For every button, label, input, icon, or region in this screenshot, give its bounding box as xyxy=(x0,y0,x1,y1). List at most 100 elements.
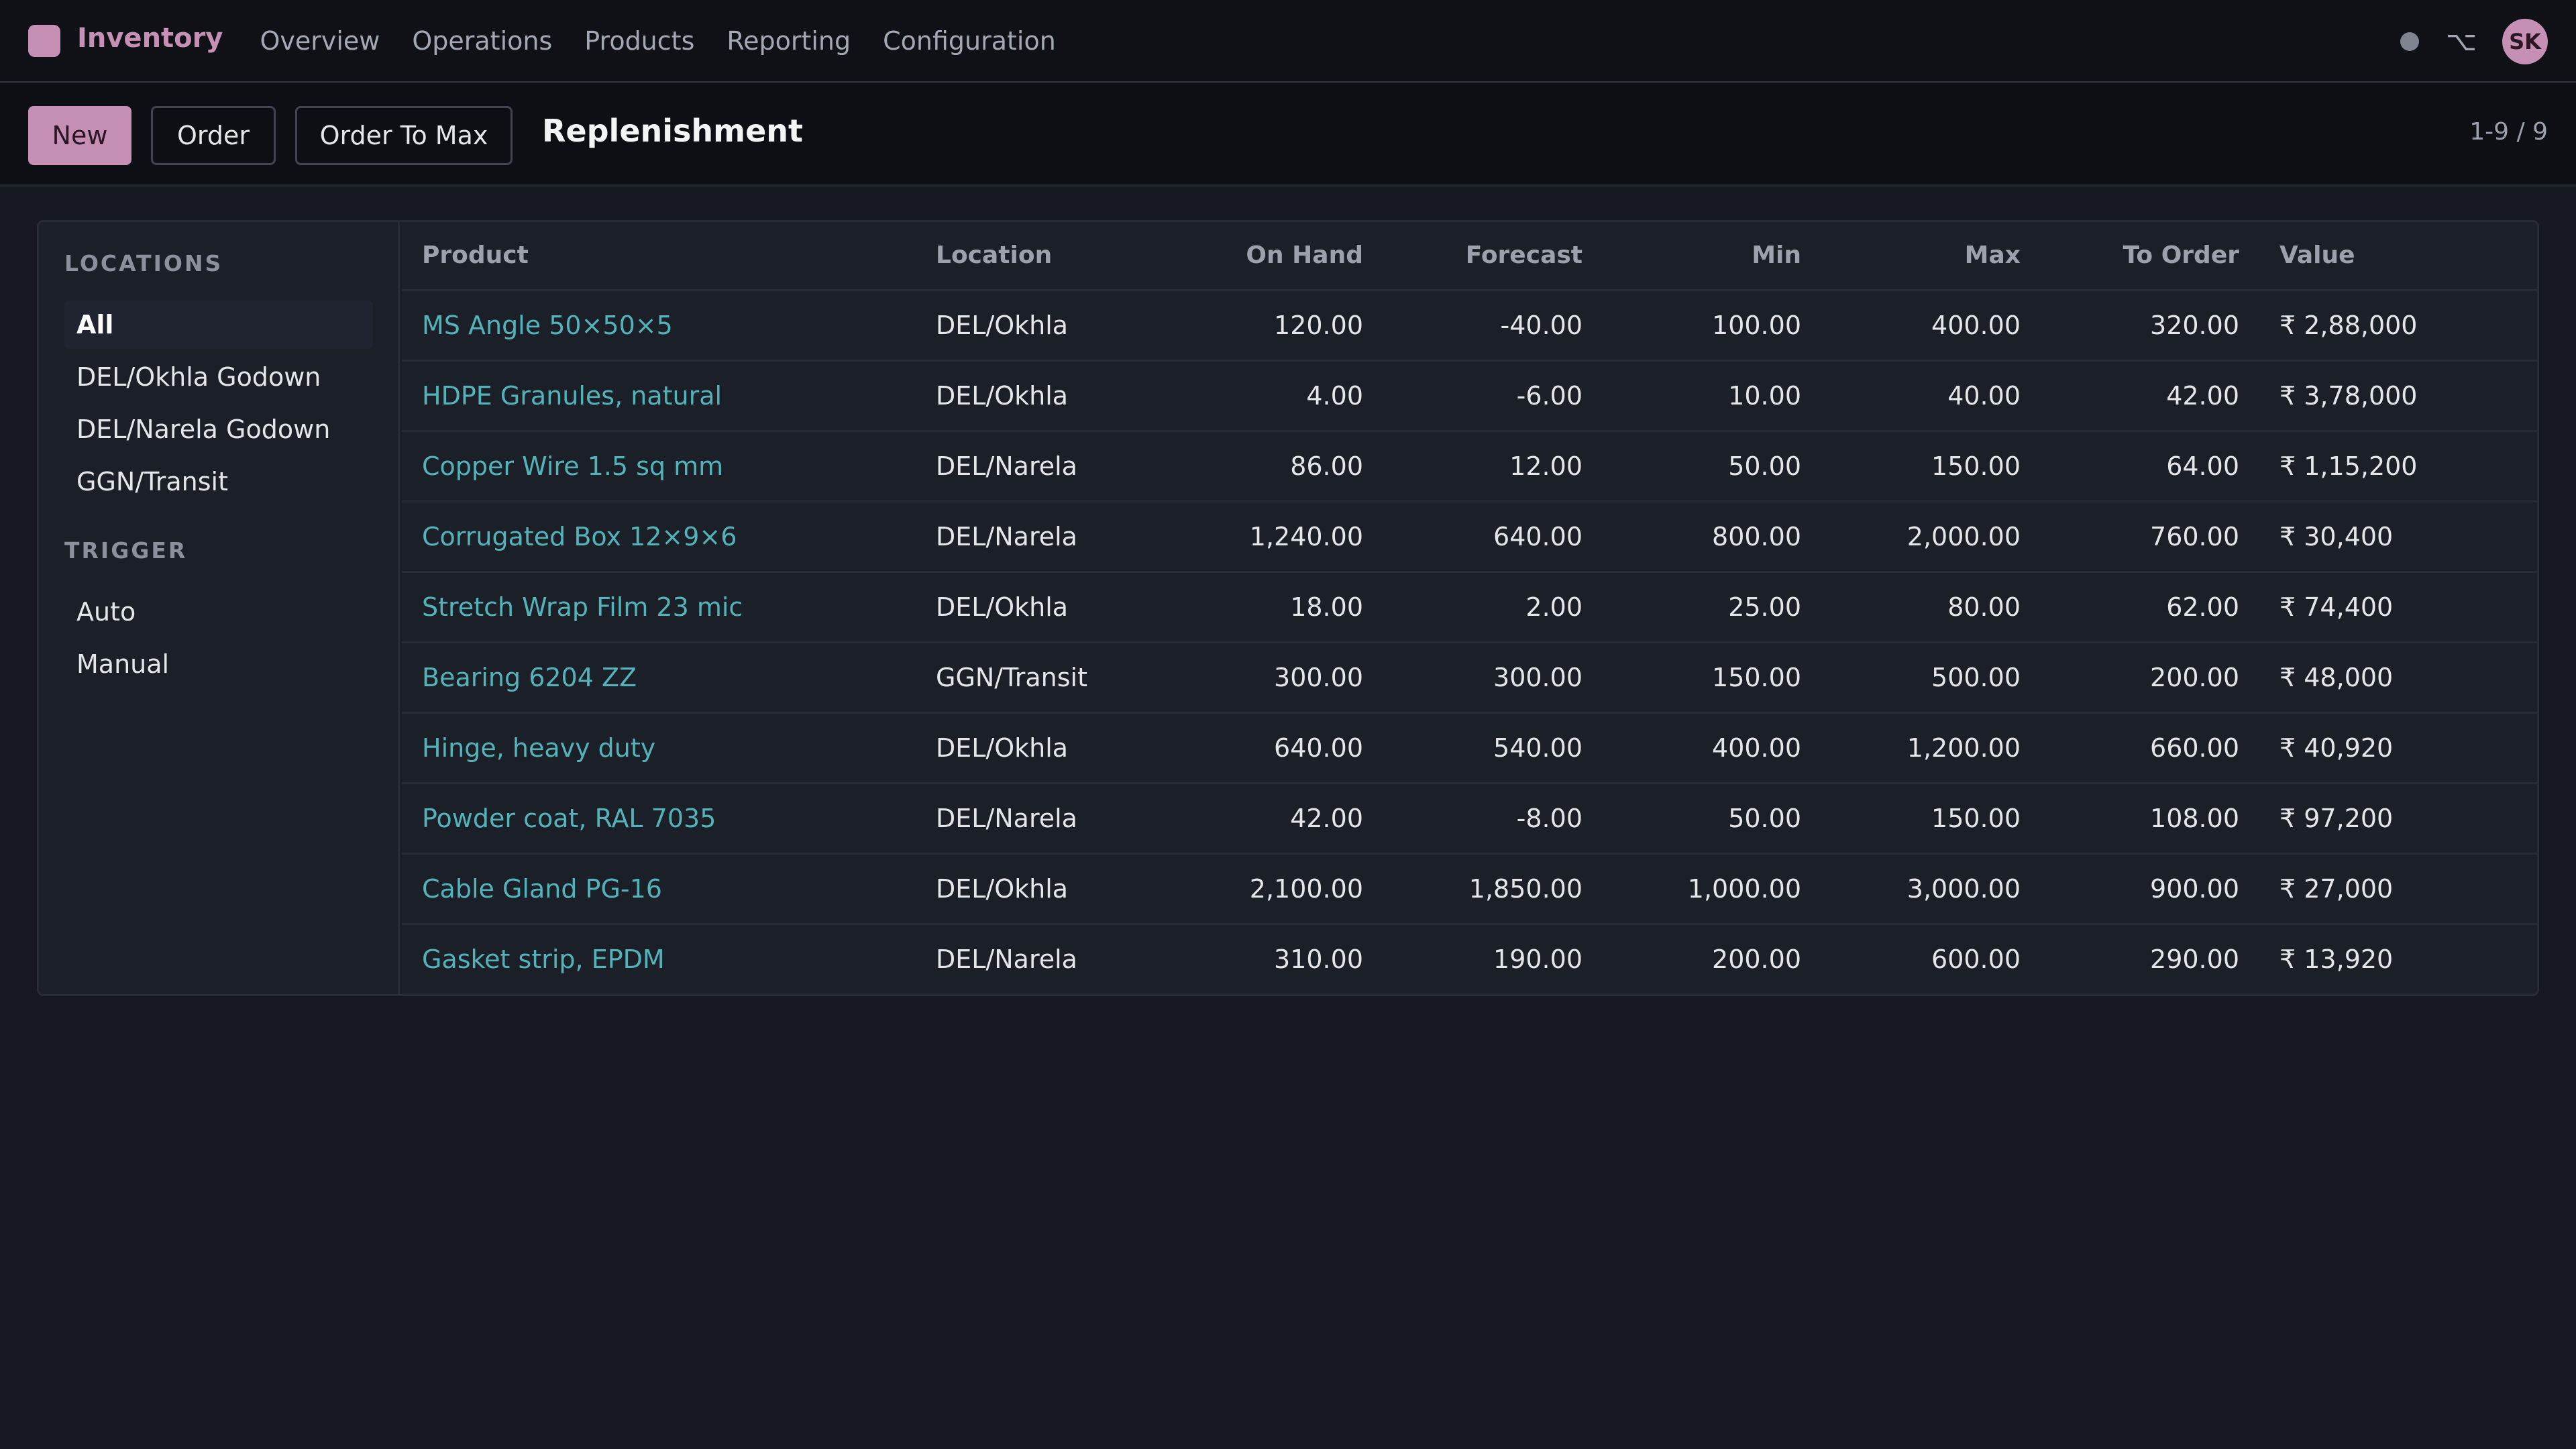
sidebar-item-auto[interactable]: Auto xyxy=(64,588,373,636)
cell-location: DEL/Okhla xyxy=(916,853,1164,925)
cell-min: 800.00 xyxy=(1603,501,1821,573)
locations-heading: LOCATIONS xyxy=(64,250,223,276)
column-header-value[interactable]: Value xyxy=(2259,222,2537,291)
column-header-to-order[interactable]: To Order xyxy=(2041,222,2259,291)
cell-min: 1,000.00 xyxy=(1603,853,1821,925)
cell-value: ₹ 3,78,000 xyxy=(2259,360,2537,432)
sidebar-item-del-okhla-godown[interactable]: DEL/Okhla Godown xyxy=(64,353,373,401)
table-row[interactable]: MS Angle 50×50×5 DEL/Okhla 120.00 -40.00 100… xyxy=(402,290,2537,362)
page-title: Replenishment xyxy=(542,113,804,149)
cell-max: 400.00 xyxy=(1821,290,2041,362)
column-header-product[interactable]: Product xyxy=(402,222,916,291)
table-row[interactable]: Hinge, heavy duty DEL/Okhla 640.00 540.00 40… xyxy=(402,712,2537,784)
table-row[interactable]: Bearing 6204 ZZ GGN/Transit 300.00 300.00 15… xyxy=(402,642,2537,714)
table-row[interactable]: Gasket strip, EPDM DEL/Narela 310.00 190.00… xyxy=(402,924,2537,994)
cell-value: ₹ 1,15,200 xyxy=(2259,431,2537,502)
cell-product[interactable]: Powder coat, RAL 7035 xyxy=(402,783,916,855)
menu-item-operations[interactable]: Operations xyxy=(412,26,552,56)
cell-min: 50.00 xyxy=(1603,431,1821,502)
column-header-max[interactable]: Max xyxy=(1821,222,2041,291)
sidebar-item-del-narela-godown[interactable]: DEL/Narela Godown xyxy=(64,405,373,453)
cell-forecast: 190.00 xyxy=(1383,924,1603,994)
cell-location: DEL/Okhla xyxy=(916,712,1164,784)
cell-min: 25.00 xyxy=(1603,572,1821,643)
cell-location: DEL/Narela xyxy=(916,501,1164,573)
cell-product[interactable]: Stretch Wrap Film 23 mic xyxy=(402,572,916,643)
cell-forecast: 1,850.00 xyxy=(1383,853,1603,925)
cell-max: 2,000.00 xyxy=(1821,501,2041,573)
sidebar-item-manual[interactable]: Manual xyxy=(64,640,373,688)
cell-value: ₹ 30,400 xyxy=(2259,501,2537,573)
pager-counter[interactable]: 1-9 / 9 xyxy=(2469,118,2548,146)
cell-product[interactable]: Hinge, heavy duty xyxy=(402,712,916,784)
cell-product[interactable]: Copper Wire 1.5 sq mm xyxy=(402,431,916,502)
status-dot-icon[interactable] xyxy=(2400,32,2419,51)
cell-forecast: -40.00 xyxy=(1383,290,1603,362)
cell-to-order: 42.00 xyxy=(2041,360,2259,432)
table-body: MS Angle 50×50×5 DEL/Okhla 120.00 -40.00 100… xyxy=(402,290,2537,994)
sidebar-item-all[interactable]: All xyxy=(64,301,373,349)
cell-product[interactable]: Cable Gland PG-16 xyxy=(402,853,916,925)
cell-location: DEL/Okhla xyxy=(916,360,1164,432)
table-row[interactable]: Powder coat, RAL 7035 DEL/Narela 42.00 -8.0… xyxy=(402,783,2537,855)
cell-max: 80.00 xyxy=(1821,572,2041,643)
cell-to-order: 64.00 xyxy=(2041,431,2259,502)
cell-location: DEL/Narela xyxy=(916,431,1164,502)
filter-sidebar: LOCATIONS All DEL/Okhla Godown DEL/Narel… xyxy=(39,222,400,994)
table-row[interactable]: Stretch Wrap Film 23 mic DEL/Okhla 18.00 2.… xyxy=(402,572,2537,643)
column-header-forecast[interactable]: Forecast xyxy=(1383,222,1603,291)
column-header-on-hand[interactable]: On Hand xyxy=(1164,222,1383,291)
order-button[interactable]: Order xyxy=(151,106,276,165)
navbar-systray: ⌥ SK xyxy=(2400,0,2548,83)
menu-item-products[interactable]: Products xyxy=(584,26,694,56)
cell-max: 600.00 xyxy=(1821,924,2041,994)
replenishment-table-area: Product Location On Hand Forecast Min Ma… xyxy=(402,222,2537,994)
cell-forecast: -6.00 xyxy=(1383,360,1603,432)
menu-item-reporting[interactable]: Reporting xyxy=(727,26,851,56)
cell-max: 150.00 xyxy=(1821,783,2041,855)
cell-value: ₹ 27,000 xyxy=(2259,853,2537,925)
cell-value: ₹ 48,000 xyxy=(2259,642,2537,714)
cell-max: 40.00 xyxy=(1821,360,2041,432)
cell-location: DEL/Okhla xyxy=(916,290,1164,362)
table-row[interactable]: Copper Wire 1.5 sq mm DEL/Narela 86.00 12.0… xyxy=(402,431,2537,502)
column-header-location[interactable]: Location xyxy=(916,222,1164,291)
sidebar-item-ggn-transit[interactable]: GGN/Transit xyxy=(64,458,373,506)
cell-forecast: 540.00 xyxy=(1383,712,1603,784)
cell-forecast: 12.00 xyxy=(1383,431,1603,502)
cell-product[interactable]: Bearing 6204 ZZ xyxy=(402,642,916,714)
menu-item-configuration[interactable]: Configuration xyxy=(883,26,1056,56)
cell-location: DEL/Narela xyxy=(916,783,1164,855)
table-row[interactable]: Corrugated Box 12×9×6 DEL/Narela 1,240.00 6… xyxy=(402,501,2537,573)
cell-on-hand: 18.00 xyxy=(1164,572,1383,643)
column-header-min[interactable]: Min xyxy=(1603,222,1821,291)
cell-forecast: -8.00 xyxy=(1383,783,1603,855)
app-brand[interactable]: Inventory xyxy=(28,22,223,57)
cell-on-hand: 4.00 xyxy=(1164,360,1383,432)
app-name: Inventory xyxy=(77,22,223,54)
cell-location: DEL/Okhla xyxy=(916,572,1164,643)
table-row[interactable]: Cable Gland PG-16 DEL/Okhla 2,100.00 1,850.… xyxy=(402,853,2537,925)
order-to-max-button[interactable]: Order To Max xyxy=(295,106,513,165)
option-key-icon[interactable]: ⌥ xyxy=(2446,26,2477,57)
cell-value: ₹ 2,88,000 xyxy=(2259,290,2537,362)
cell-on-hand: 2,100.00 xyxy=(1164,853,1383,925)
trigger-heading: TRIGGER xyxy=(64,537,188,564)
cell-product[interactable]: Corrugated Box 12×9×6 xyxy=(402,501,916,573)
cell-min: 100.00 xyxy=(1603,290,1821,362)
menu-item-overview[interactable]: Overview xyxy=(260,26,380,56)
cell-forecast: 300.00 xyxy=(1383,642,1603,714)
table-row[interactable]: HDPE Granules, natural DEL/Okhla 4.00 -6.00… xyxy=(402,360,2537,432)
user-avatar[interactable]: SK xyxy=(2502,19,2548,64)
cell-on-hand: 42.00 xyxy=(1164,783,1383,855)
cell-to-order: 900.00 xyxy=(2041,853,2259,925)
cell-on-hand: 300.00 xyxy=(1164,642,1383,714)
cell-product[interactable]: Gasket strip, EPDM xyxy=(402,924,916,994)
cell-location: GGN/Transit xyxy=(916,642,1164,714)
cell-min: 400.00 xyxy=(1603,712,1821,784)
cell-min: 150.00 xyxy=(1603,642,1821,714)
cell-product[interactable]: MS Angle 50×50×5 xyxy=(402,290,916,362)
cell-product[interactable]: HDPE Granules, natural xyxy=(402,360,916,432)
cell-value: ₹ 40,920 xyxy=(2259,712,2537,784)
new-button[interactable]: New xyxy=(28,106,131,165)
